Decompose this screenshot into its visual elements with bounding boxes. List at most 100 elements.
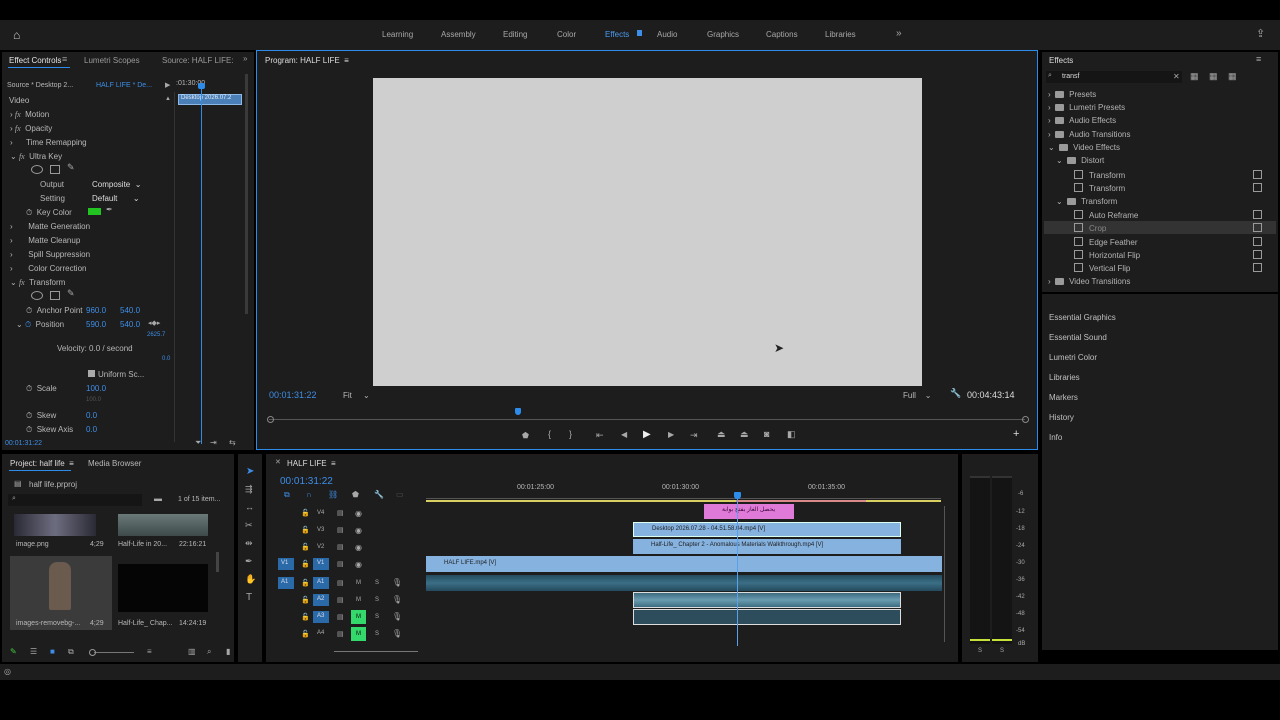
effect-controls-timecode[interactable]: 00:01:31:22 xyxy=(5,440,42,447)
lock-icon[interactable]: 🔓 xyxy=(301,630,310,638)
clear-search-icon[interactable]: ✕ xyxy=(1173,72,1180,81)
export-icon[interactable]: ⇥ xyxy=(210,438,217,447)
pen-tool-icon[interactable]: ✒ xyxy=(245,556,253,567)
ultra-key-row[interactable]: ⌄ fx Ultra Key xyxy=(10,152,62,161)
tab-project[interactable]: Project: half life ≡ xyxy=(10,459,74,468)
source-clip-label[interactable]: Source * Desktop 2... xyxy=(7,82,73,89)
workspace-libraries[interactable]: Libraries xyxy=(825,30,856,39)
find-icon[interactable]: ⌕ xyxy=(207,647,211,657)
button-editor-icon[interactable]: + xyxy=(1013,428,1019,440)
tree-transform-folder[interactable]: ⌄ Transform xyxy=(1056,197,1117,206)
mute-button[interactable]: M xyxy=(356,580,361,586)
tab-source[interactable]: Source: HALF LIFE: xyxy=(162,56,234,65)
lock-icon[interactable]: 🔓 xyxy=(301,613,310,621)
matte-cleanup-row[interactable]: › Matte Cleanup xyxy=(10,236,80,245)
lumetri-color-panel[interactable]: Lumetri Color xyxy=(1049,353,1097,362)
home-icon[interactable]: ⌂ xyxy=(13,28,20,42)
timeline-tab[interactable]: HALF LIFE ≡ xyxy=(287,459,336,468)
program-scrubber[interactable] xyxy=(269,419,1025,420)
project-search-input[interactable] xyxy=(8,494,142,506)
panel-overflow-icon[interactable]: » xyxy=(243,54,247,63)
new-item-icon[interactable]: ▮ xyxy=(226,647,230,656)
ellipse-mask-icon[interactable] xyxy=(31,165,43,174)
filter-icon[interactable]: ⏷ xyxy=(195,438,201,448)
eye-icon[interactable]: ◉ xyxy=(355,543,362,552)
clip-a3-audio[interactable] xyxy=(633,609,901,625)
workspace-menu-icon[interactable] xyxy=(637,30,642,36)
info-panel[interactable]: Info xyxy=(1049,433,1062,442)
workspace-learning[interactable]: Learning xyxy=(382,30,413,39)
track-a4-label[interactable]: A4 xyxy=(317,630,324,636)
new-bin-icon[interactable]: ▬ xyxy=(154,494,162,503)
accelerated-filter-icon[interactable]: ▦ xyxy=(1190,71,1199,82)
add-marker-icon[interactable]: ⬟ xyxy=(352,490,359,499)
tree-audio-effects[interactable]: › Audio Effects xyxy=(1048,116,1116,125)
mic-icon[interactable]: 🎙 xyxy=(392,629,402,638)
scrub-end-handle[interactable] xyxy=(1022,416,1029,423)
tab-effect-controls[interactable]: Effect Controls xyxy=(9,56,61,65)
solo-button[interactable]: S xyxy=(375,631,379,637)
go-to-out-icon[interactable]: ⇥ xyxy=(690,430,698,441)
spill-suppression-row[interactable]: › Spill Suppression xyxy=(10,250,90,259)
lock-icon[interactable]: 🔓 xyxy=(301,509,310,517)
tree-auto-reframe[interactable]: Auto Reframe xyxy=(1074,210,1138,220)
step-back-icon[interactable]: ◀ xyxy=(621,430,627,439)
keyframe-nav-icon[interactable]: ◂◆▸ xyxy=(148,319,160,327)
scrub-start-handle[interactable] xyxy=(267,416,274,423)
timeline-playhead-handle[interactable] xyxy=(734,492,741,499)
anchor-y-value[interactable]: 540.0 xyxy=(120,306,140,315)
sync-lock-icon[interactable]: ▤ xyxy=(337,526,344,534)
solo-button[interactable]: S xyxy=(375,580,379,586)
skew-value[interactable]: 0.0 xyxy=(86,411,97,420)
program-tab[interactable]: Program: HALF LIFE ≡ xyxy=(265,56,349,65)
tree-horizontal-flip[interactable]: Horizontal Flip xyxy=(1074,250,1140,260)
mute-button[interactable]: M xyxy=(356,597,361,603)
freeform-view-icon[interactable]: ⧉ xyxy=(68,647,74,657)
project-scrollbar[interactable] xyxy=(216,552,219,572)
razor-tool-icon[interactable]: ✂ xyxy=(245,520,253,531)
clip-v3-desktop[interactable]: Desktop 2026.07.28 - 04.51.58.04.mp4 [V] xyxy=(633,522,901,537)
lock-icon[interactable]: 🔓 xyxy=(301,543,310,551)
pen-mask-icon[interactable]: ✎ xyxy=(67,162,75,173)
clip-v2-half-life-chapter[interactable]: Half-Life_ Chapter 2 - Anomalous Materia… xyxy=(633,539,901,554)
sync-lock-icon[interactable]: ▤ xyxy=(337,613,344,621)
timeline-settings-icon[interactable]: 🔧 xyxy=(374,490,384,499)
timeline-toggle-icon[interactable]: ⇆ xyxy=(229,438,236,447)
history-panel[interactable]: History xyxy=(1049,413,1074,422)
captions-icon[interactable]: ▭ xyxy=(396,490,404,499)
motion-row[interactable]: › fx Motion xyxy=(10,110,49,119)
step-forward-icon[interactable]: ▶ xyxy=(668,430,674,439)
sequence-clip-label[interactable]: HALF LIFE * De... xyxy=(96,82,152,89)
selection-tool-icon[interactable]: ➤ xyxy=(246,466,254,477)
thumb-half-life-chap[interactable] xyxy=(118,564,208,612)
mic-icon[interactable]: 🎙 xyxy=(392,595,402,604)
rect-mask-icon-2[interactable] xyxy=(50,291,60,300)
type-tool-icon[interactable]: T xyxy=(246,592,252,603)
rect-mask-icon[interactable] xyxy=(50,165,60,174)
mark-out-icon[interactable]: } xyxy=(569,429,572,439)
eye-icon[interactable]: ◉ xyxy=(355,560,362,569)
skew-axis-value[interactable]: 0.0 xyxy=(86,425,97,434)
libraries-panel[interactable]: Libraries xyxy=(1049,373,1080,382)
output-dropdown[interactable]: Composite ⌄ xyxy=(92,180,141,189)
mini-playhead-handle[interactable] xyxy=(198,83,205,89)
program-timecode[interactable]: 00:01:31:22 xyxy=(269,390,317,400)
clip-v4-graphic[interactable]: يحصل الغاز بفتح بوابة xyxy=(704,504,794,519)
key-color-swatch[interactable] xyxy=(88,208,101,215)
share-icon[interactable]: ⇪ xyxy=(1256,27,1265,40)
comparison-view-icon[interactable]: ◧ xyxy=(787,429,796,440)
track-select-icon[interactable]: ⇶ xyxy=(245,484,253,495)
track-v3-label[interactable]: V3 xyxy=(317,527,324,533)
solo-left-button[interactable]: S xyxy=(978,648,982,654)
track-v2-label[interactable]: V2 xyxy=(317,544,324,550)
lock-icon[interactable]: 🔓 xyxy=(301,526,310,534)
workspace-assembly[interactable]: Assembly xyxy=(441,30,476,39)
position-y-value[interactable]: 540.0 xyxy=(120,320,140,329)
solo-right-button[interactable]: S xyxy=(1000,648,1004,654)
pencil-icon[interactable]: ✎ xyxy=(10,647,17,656)
track-v4-label[interactable]: V4 xyxy=(317,510,324,516)
workspace-editing[interactable]: Editing xyxy=(503,30,527,39)
workspace-audio[interactable]: Audio xyxy=(657,30,677,39)
nest-icon[interactable]: ⧉ xyxy=(284,490,290,500)
horizontal-scrollbar[interactable] xyxy=(334,651,418,652)
